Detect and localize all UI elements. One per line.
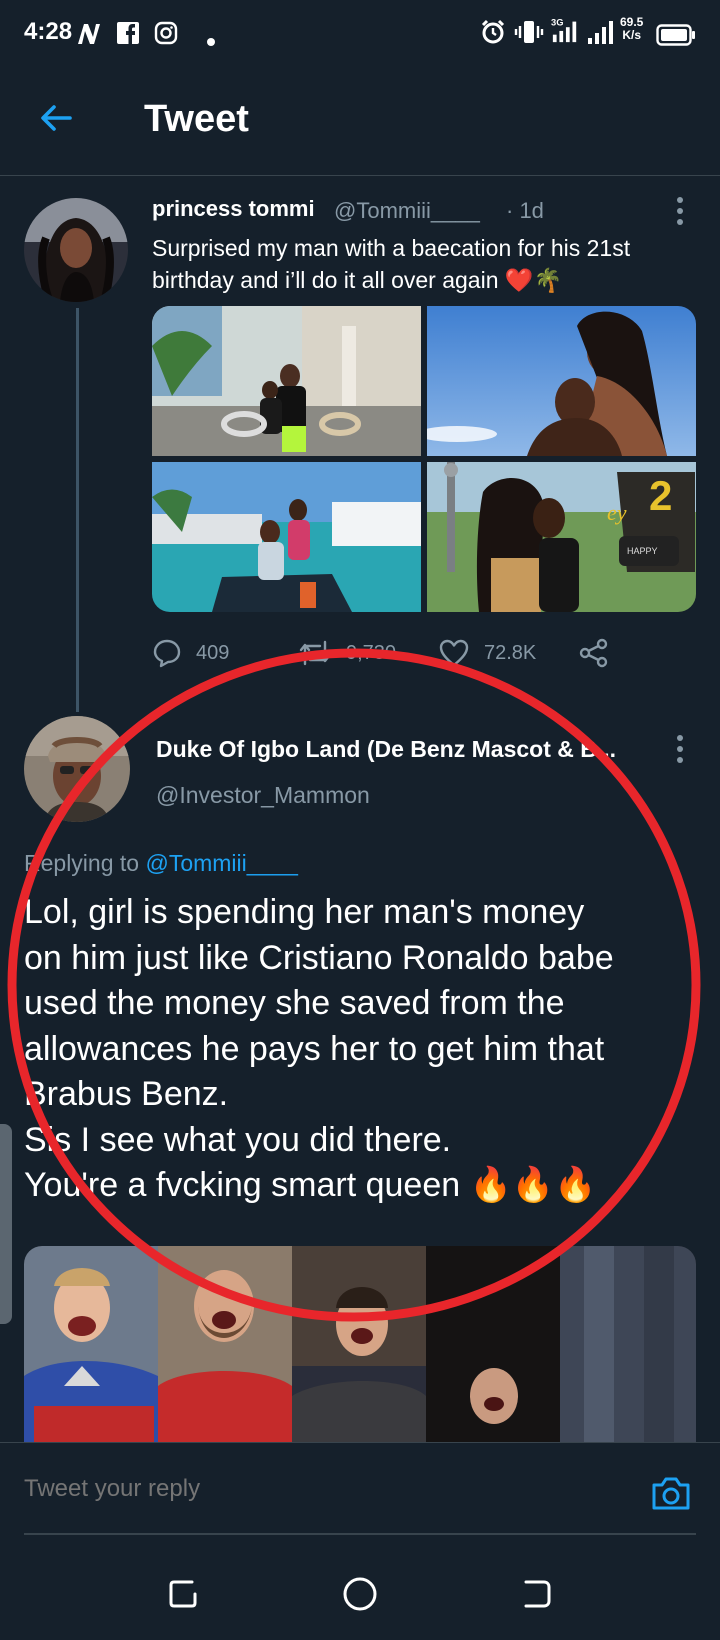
network-speed: 69.5 K/s xyxy=(620,16,643,42)
instagram-icon xyxy=(154,21,178,45)
more-vertical-icon[interactable] xyxy=(675,196,685,226)
retweet-action[interactable]: 9,730 xyxy=(298,636,396,670)
retweet-count: 9,730 xyxy=(346,641,397,664)
speech-bubble-icon xyxy=(153,639,181,668)
facebook-icon xyxy=(117,22,139,44)
like-count: 72.8K xyxy=(484,641,537,664)
reply-text-line: Sis I see what you did there. xyxy=(24,1120,452,1159)
replying-to-label: Replying to xyxy=(24,850,140,876)
reply-text-line: allowances he pays her to get him that xyxy=(24,1029,605,1068)
home-icon[interactable] xyxy=(340,1574,380,1614)
reply-media-gif[interactable] xyxy=(24,1246,696,1442)
share-icon xyxy=(579,638,608,668)
retweet-icon xyxy=(299,640,331,666)
replying-to-mention[interactable]: @Tommiii____ xyxy=(145,850,297,876)
svg-text:ey: ey xyxy=(607,500,627,525)
alarm-icon xyxy=(481,19,505,44)
page-title: Tweet xyxy=(144,98,249,140)
avatar-princess-tommi[interactable] xyxy=(24,198,128,302)
tweet-actions: 409 9,730 72.8K xyxy=(152,636,692,670)
notification-n-icon xyxy=(78,24,100,44)
svg-text:3G: 3G xyxy=(551,17,563,27)
recents-icon[interactable] xyxy=(164,1574,204,1614)
reply-input[interactable] xyxy=(24,1475,584,1503)
scroll-handle[interactable] xyxy=(0,1124,12,1324)
vibrate-icon xyxy=(514,21,544,43)
tweet-media-grid: 2 ey HAPPY xyxy=(152,306,696,612)
reply-count: 409 xyxy=(196,641,230,664)
system-nav-bar xyxy=(0,1544,720,1640)
share-action[interactable] xyxy=(578,636,610,670)
thread-line xyxy=(76,308,79,712)
reply-text-line: used the money she saved from the xyxy=(24,984,565,1022)
tweet-photo-1[interactable] xyxy=(152,306,421,456)
tweet-author-name[interactable]: princess tommi xyxy=(152,196,315,222)
reply-underline xyxy=(24,1533,696,1535)
signal-bars-icon xyxy=(588,21,613,44)
reply-text-line: on him just like Cristiano Ronaldo babe xyxy=(24,938,614,977)
tweet-text: Surprised my man with a baecation for hi… xyxy=(152,235,631,293)
status-time: 4:28 xyxy=(24,18,73,45)
heart-icon xyxy=(439,639,469,667)
arrow-left-icon[interactable] xyxy=(36,98,76,138)
reply-author-name[interactable]: Duke Of Igbo Land (De Benz Mascot & B... xyxy=(156,736,656,763)
reply-composer xyxy=(0,1442,720,1542)
like-action[interactable]: 72.8K xyxy=(438,636,536,670)
battery-icon xyxy=(656,24,695,46)
status-bar: 4:28 3G 69.5 K/s xyxy=(0,0,720,66)
svg-text:HAPPY: HAPPY xyxy=(627,546,658,556)
tweet-photo-3[interactable] xyxy=(152,462,421,612)
reply-action[interactable]: 409 xyxy=(152,636,229,670)
tweet-author-handle[interactable]: @Tommiii____ xyxy=(334,198,480,224)
reply-author-handle[interactable]: @Investor_Mammon xyxy=(156,782,370,809)
tweet-photo-2[interactable] xyxy=(427,306,696,456)
tweet-photo-4[interactable]: 2 ey HAPPY xyxy=(427,462,696,612)
more-vertical-icon[interactable] xyxy=(675,734,685,764)
svg-text:2: 2 xyxy=(649,472,672,519)
tweet-header: Tweet xyxy=(0,66,720,176)
camera-icon[interactable] xyxy=(650,1473,692,1513)
reply-text-line: Brabus Benz. xyxy=(24,1075,229,1113)
reply-text-line: You're a fvcking smart queen 🔥🔥🔥 xyxy=(24,1166,597,1204)
back-nav-icon[interactable] xyxy=(516,1574,556,1614)
avatar-duke-of-igbo-land[interactable] xyxy=(24,716,130,822)
dot-icon xyxy=(207,38,215,46)
reply-text-line: Lol, girl is spending her man's money xyxy=(24,893,585,931)
replying-to: Replying to @Tommiii____ xyxy=(24,850,298,877)
reply-text: Lol, girl is spending her man's money on… xyxy=(24,890,696,1209)
signal-3g-icon: 3G xyxy=(551,17,577,43)
network-speed-unit: K/s xyxy=(622,28,642,42)
tweet-time: · 1d xyxy=(506,198,544,223)
